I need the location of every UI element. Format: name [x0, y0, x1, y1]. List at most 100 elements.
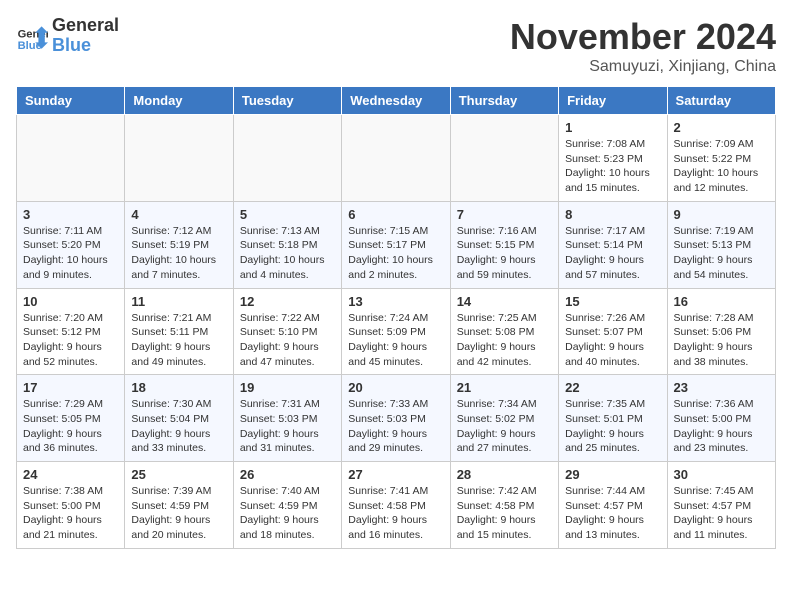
calendar-cell [450, 115, 558, 202]
day-number: 28 [457, 467, 552, 482]
day-number: 30 [674, 467, 769, 482]
calendar-cell: 1 Sunrise: 7:08 AM Sunset: 5:23 PM Daylig… [559, 115, 667, 202]
day-info: Sunrise: 7:41 AM Sunset: 4:58 PM Dayligh… [348, 484, 443, 543]
day-info: Sunrise: 7:30 AM Sunset: 5:04 PM Dayligh… [131, 397, 226, 456]
calendar-cell: 21 Sunrise: 7:34 AM Sunset: 5:02 PM Dayli… [450, 375, 558, 462]
calendar-cell: 23 Sunrise: 7:36 AM Sunset: 5:00 PM Dayli… [667, 375, 775, 462]
day-number: 19 [240, 380, 335, 395]
calendar-cell: 16Sunrise: 7:28 AM Sunset: 5:06 PM Dayli… [667, 288, 775, 375]
weekday-header-sunday: Sunday [17, 87, 125, 115]
day-info: Sunrise: 7:24 AM Sunset: 5:09 PM Dayligh… [348, 311, 443, 370]
calendar-cell: 20 Sunrise: 7:33 AM Sunset: 5:03 PM Dayli… [342, 375, 450, 462]
calendar-week-row: 17Sunrise: 7:29 AM Sunset: 5:05 PM Dayli… [17, 375, 776, 462]
calendar-cell [233, 115, 341, 202]
svg-text:Blue: Blue [18, 40, 42, 52]
logo-icon: General Blue [16, 20, 48, 52]
calendar-cell: 19 Sunrise: 7:31 AM Sunset: 5:03 PM Dayli… [233, 375, 341, 462]
day-number: 6 [348, 207, 443, 222]
calendar-cell: 14 Sunrise: 7:25 AM Sunset: 5:08 PM Dayli… [450, 288, 558, 375]
day-info: Sunrise: 7:08 AM Sunset: 5:23 PM Dayligh… [565, 137, 660, 196]
calendar-cell: 8 Sunrise: 7:17 AM Sunset: 5:14 PM Daylig… [559, 201, 667, 288]
calendar-cell: 4 Sunrise: 7:12 AM Sunset: 5:19 PM Daylig… [125, 201, 233, 288]
calendar-cell: 26Sunrise: 7:40 AM Sunset: 4:59 PM Dayli… [233, 462, 341, 549]
day-info: Sunrise: 7:44 AM Sunset: 4:57 PM Dayligh… [565, 484, 660, 543]
weekday-header-monday: Monday [125, 87, 233, 115]
logo: General Blue General Blue [16, 16, 119, 56]
day-number: 20 [348, 380, 443, 395]
weekday-row: SundayMondayTuesdayWednesdayThursdayFrid… [17, 87, 776, 115]
calendar-cell: 3 Sunrise: 7:11 AM Sunset: 5:20 PM Daylig… [17, 201, 125, 288]
day-info: Sunrise: 7:36 AM Sunset: 5:00 PM Dayligh… [674, 397, 769, 456]
calendar-cell: 15 Sunrise: 7:26 AM Sunset: 5:07 PM Dayli… [559, 288, 667, 375]
day-info: Sunrise: 7:13 AM Sunset: 5:18 PM Dayligh… [240, 224, 335, 283]
weekday-header-saturday: Saturday [667, 87, 775, 115]
day-number: 24 [23, 467, 118, 482]
weekday-header-wednesday: Wednesday [342, 87, 450, 115]
calendar-cell: 10 Sunrise: 7:20 AM Sunset: 5:12 PM Dayli… [17, 288, 125, 375]
calendar-cell: 2 Sunrise: 7:09 AM Sunset: 5:22 PM Daylig… [667, 115, 775, 202]
day-info: Sunrise: 7:34 AM Sunset: 5:02 PM Dayligh… [457, 397, 552, 456]
day-info: Sunrise: 7:12 AM Sunset: 5:19 PM Dayligh… [131, 224, 226, 283]
day-info: Sunrise: 7:11 AM Sunset: 5:20 PM Dayligh… [23, 224, 118, 283]
calendar: SundayMondayTuesdayWednesdayThursdayFrid… [16, 86, 776, 549]
day-info: Sunrise: 7:26 AM Sunset: 5:07 PM Dayligh… [565, 311, 660, 370]
calendar-cell: 28Sunrise: 7:42 AM Sunset: 4:58 PM Dayli… [450, 462, 558, 549]
day-number: 15 [565, 294, 660, 309]
weekday-header-friday: Friday [559, 87, 667, 115]
calendar-cell: 18 Sunrise: 7:30 AM Sunset: 5:04 PM Dayli… [125, 375, 233, 462]
calendar-cell [342, 115, 450, 202]
calendar-cell: 24 Sunrise: 7:38 AM Sunset: 5:00 PM Dayli… [17, 462, 125, 549]
day-number: 8 [565, 207, 660, 222]
header: General Blue General Blue November 2024 … [16, 16, 776, 76]
calendar-week-row: 10 Sunrise: 7:20 AM Sunset: 5:12 PM Dayli… [17, 288, 776, 375]
weekday-header-tuesday: Tuesday [233, 87, 341, 115]
day-info: Sunrise: 7:35 AM Sunset: 5:01 PM Dayligh… [565, 397, 660, 456]
day-number: 1 [565, 120, 660, 135]
day-number: 25 [131, 467, 226, 482]
day-info: Sunrise: 7:20 AM Sunset: 5:12 PM Dayligh… [23, 311, 118, 370]
day-info: Sunrise: 7:09 AM Sunset: 5:22 PM Dayligh… [674, 137, 769, 196]
logo-line2: Blue [52, 36, 119, 56]
calendar-cell: 11Sunrise: 7:21 AM Sunset: 5:11 PM Dayli… [125, 288, 233, 375]
calendar-cell: 9 Sunrise: 7:19 AM Sunset: 5:13 PM Daylig… [667, 201, 775, 288]
day-info: Sunrise: 7:39 AM Sunset: 4:59 PM Dayligh… [131, 484, 226, 543]
day-number: 11 [131, 294, 226, 309]
calendar-cell: 27 Sunrise: 7:41 AM Sunset: 4:58 PM Dayli… [342, 462, 450, 549]
day-number: 2 [674, 120, 769, 135]
title-area: November 2024 Samuyuzi, Xinjiang, China [510, 16, 776, 76]
calendar-week-row: 1 Sunrise: 7:08 AM Sunset: 5:23 PM Daylig… [17, 115, 776, 202]
day-number: 13 [348, 294, 443, 309]
day-number: 18 [131, 380, 226, 395]
calendar-cell: 12Sunrise: 7:22 AM Sunset: 5:10 PM Dayli… [233, 288, 341, 375]
day-number: 17 [23, 380, 118, 395]
day-number: 7 [457, 207, 552, 222]
day-info: Sunrise: 7:17 AM Sunset: 5:14 PM Dayligh… [565, 224, 660, 283]
weekday-header-thursday: Thursday [450, 87, 558, 115]
day-info: Sunrise: 7:31 AM Sunset: 5:03 PM Dayligh… [240, 397, 335, 456]
calendar-cell: 13 Sunrise: 7:24 AM Sunset: 5:09 PM Dayli… [342, 288, 450, 375]
day-number: 23 [674, 380, 769, 395]
day-number: 3 [23, 207, 118, 222]
day-info: Sunrise: 7:38 AM Sunset: 5:00 PM Dayligh… [23, 484, 118, 543]
day-number: 16 [674, 294, 769, 309]
day-info: Sunrise: 7:16 AM Sunset: 5:15 PM Dayligh… [457, 224, 552, 283]
calendar-header: SundayMondayTuesdayWednesdayThursdayFrid… [17, 87, 776, 115]
day-info: Sunrise: 7:25 AM Sunset: 5:08 PM Dayligh… [457, 311, 552, 370]
day-number: 4 [131, 207, 226, 222]
logo-line1: General [52, 16, 119, 36]
day-number: 10 [23, 294, 118, 309]
day-info: Sunrise: 7:19 AM Sunset: 5:13 PM Dayligh… [674, 224, 769, 283]
day-number: 27 [348, 467, 443, 482]
calendar-cell: 17Sunrise: 7:29 AM Sunset: 5:05 PM Dayli… [17, 375, 125, 462]
day-info: Sunrise: 7:33 AM Sunset: 5:03 PM Dayligh… [348, 397, 443, 456]
calendar-week-row: 3 Sunrise: 7:11 AM Sunset: 5:20 PM Daylig… [17, 201, 776, 288]
day-info: Sunrise: 7:45 AM Sunset: 4:57 PM Dayligh… [674, 484, 769, 543]
calendar-body: 1 Sunrise: 7:08 AM Sunset: 5:23 PM Daylig… [17, 115, 776, 549]
location-title: Samuyuzi, Xinjiang, China [510, 58, 776, 76]
logo-text: General Blue [52, 16, 119, 56]
day-number: 21 [457, 380, 552, 395]
day-number: 9 [674, 207, 769, 222]
day-number: 14 [457, 294, 552, 309]
calendar-cell: 7 Sunrise: 7:16 AM Sunset: 5:15 PM Daylig… [450, 201, 558, 288]
day-number: 12 [240, 294, 335, 309]
